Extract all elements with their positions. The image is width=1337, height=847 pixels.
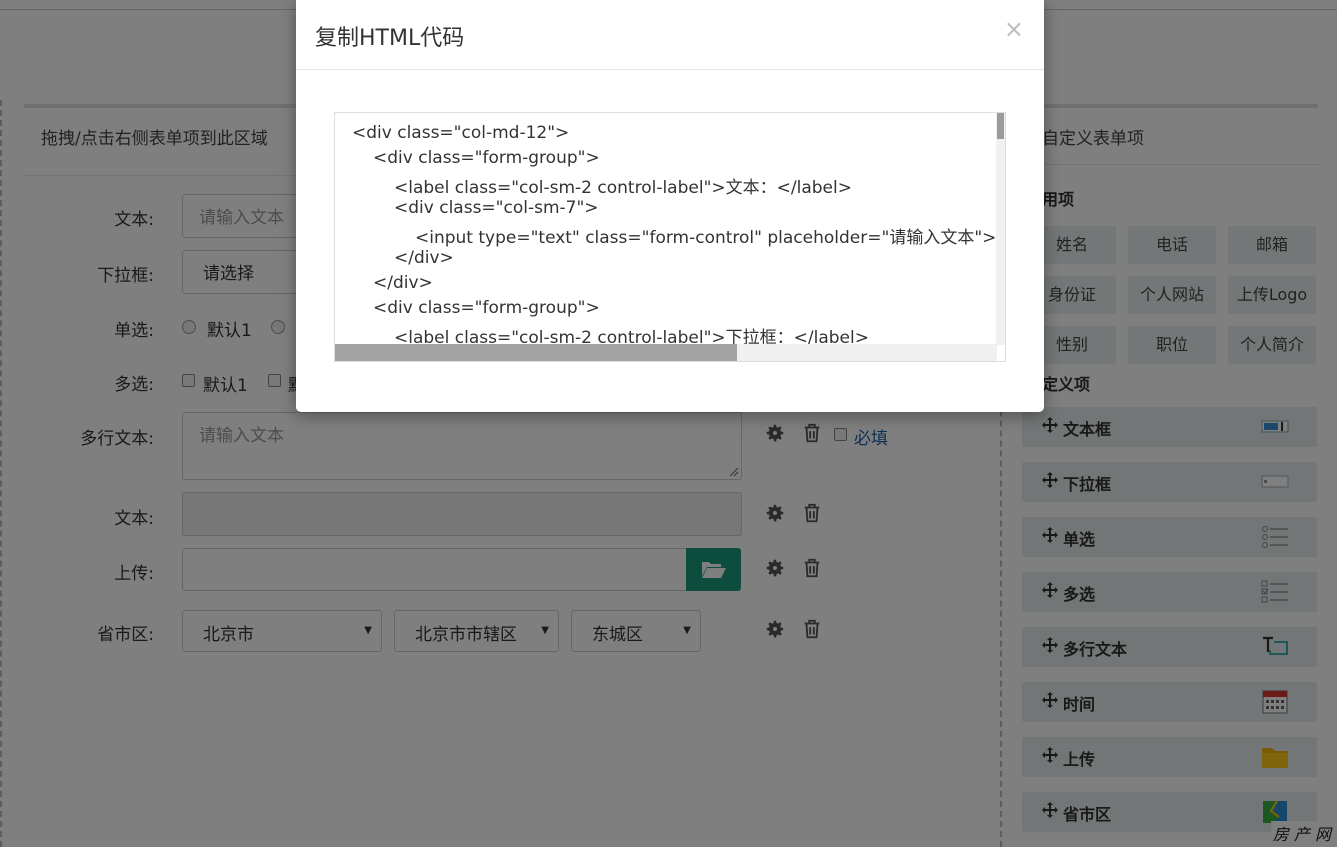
code-textarea[interactable]: <div class="col-md-12"> <div class="form… (334, 112, 1006, 362)
vertical-scrollbar-thumb[interactable] (997, 113, 1004, 139)
vertical-scrollbar[interactable] (996, 113, 1005, 345)
horizontal-scrollbar-thumb[interactable] (335, 344, 737, 361)
code-line: <div class="form-group"> (373, 148, 600, 168)
code-line: <div class="form-group"> (373, 298, 600, 318)
modal-title: 复制HTML代码 (315, 26, 465, 51)
code-line: <input type="text" class="form-control" … (415, 228, 997, 248)
code-line: <div class="col-sm-7"> (394, 198, 599, 218)
modal-header: 复制HTML代码 × (296, 0, 1044, 70)
code-line: </div> (373, 273, 433, 293)
code-line: <label class="col-sm-2 control-label">文本… (394, 178, 852, 198)
horizontal-scrollbar[interactable] (335, 344, 997, 361)
close-icon[interactable]: × (1004, 15, 1024, 43)
code-line: </div> (394, 248, 454, 268)
code-line: <div class="col-md-12"> (352, 123, 570, 143)
copy-html-modal: 复制HTML代码 × <div class="col-md-12"> <div … (296, 0, 1044, 412)
